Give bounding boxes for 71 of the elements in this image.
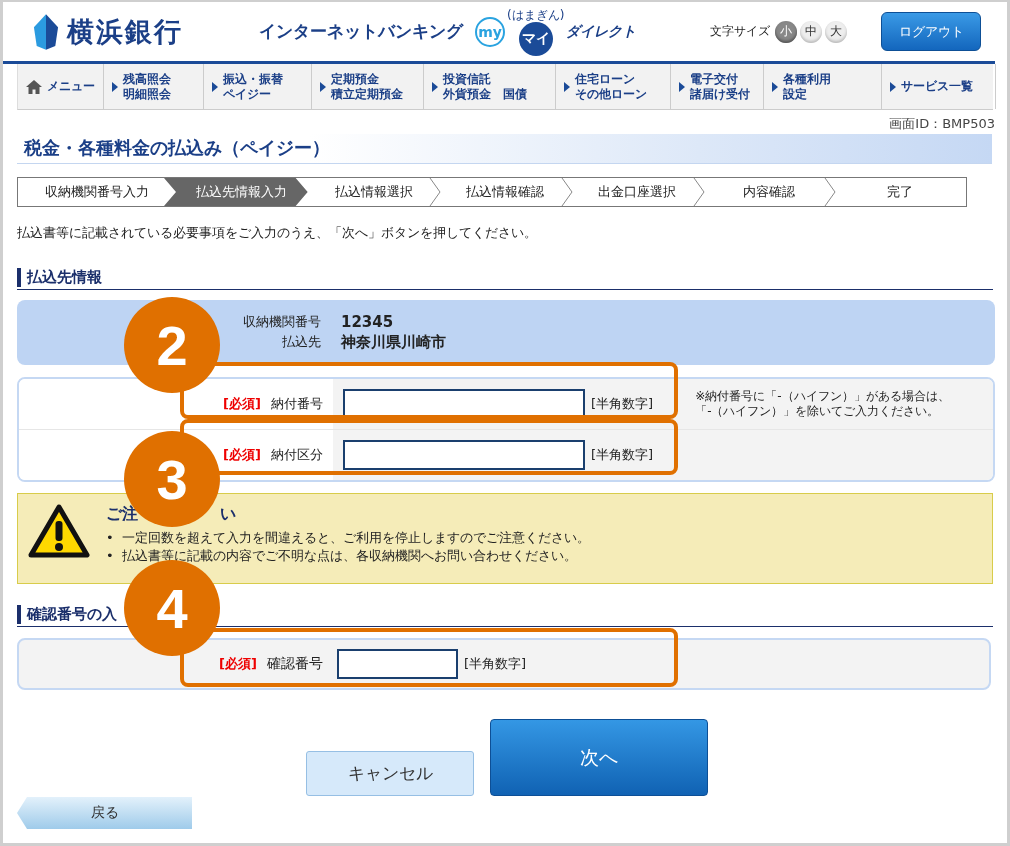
nav-item[interactable]: 投資信託 外貨預金 国債: [424, 64, 556, 109]
service-title: インターネットバンキング: [259, 20, 463, 43]
arrow-icon: [320, 81, 326, 92]
chevron-icon: [824, 178, 837, 206]
step-label: 内容確認: [742, 183, 795, 201]
input-hint: [半角数字]: [463, 655, 527, 673]
bank-name: 横浜銀行: [67, 14, 183, 49]
logout-button[interactable]: ログアウト: [881, 12, 981, 51]
warning-item: 一定回数を超えて入力を間違えると、ご利用を停止しますのでご注意ください。: [121, 529, 590, 547]
warning-icon: [28, 504, 90, 558]
input-hint: [半角数字]: [591, 395, 654, 413]
nav-item[interactable]: 振込・振替 ペイジー: [204, 64, 312, 109]
nav-item[interactable]: 住宅ローン その他ローン: [556, 64, 671, 109]
instruction-text: 払込書等に記載されている必要事項をご入力のうえ、「次へ」ボタンを押してください。: [17, 224, 538, 242]
logo-text: ダイレクト: [566, 22, 637, 41]
arrow-icon: [212, 81, 218, 92]
step-label: 完了: [887, 183, 914, 201]
step-label: 払込情報選択: [334, 183, 413, 201]
logo-badge: my: [475, 16, 505, 47]
field-label: 納付番号: [271, 395, 323, 413]
nav-item[interactable]: 残高照会 明細照会: [104, 64, 204, 109]
required-label: [必須]: [223, 446, 261, 464]
page-title: 税金・各種料金の払込み（ペイジー）: [17, 134, 992, 164]
nav-item[interactable]: メニュー: [18, 64, 104, 109]
arrow-icon: [432, 81, 438, 92]
screen-id: 画面ID：BMP503: [888, 115, 995, 132]
section-heading: 確認番号の入: [17, 605, 117, 624]
bank-logo-icon: [33, 13, 59, 50]
font-size-button[interactable]: 大: [825, 20, 847, 43]
font-size-label: 文字サイズ: [710, 23, 770, 40]
note-text: ※納付番号に「-（ハイフン）」がある場合は、: [695, 389, 950, 404]
home-icon: [26, 79, 42, 94]
field-label: 納付区分: [271, 446, 323, 464]
chevron-icon: [561, 178, 573, 206]
arrow-icon: [112, 81, 118, 92]
note-text: 「-（ハイフン）」を除いてご入力ください。: [695, 404, 941, 419]
arrow-icon: [890, 81, 896, 92]
step-label: 払込情報確認: [466, 183, 545, 201]
bullet-mark: •: [106, 547, 114, 565]
arrow-icon: [679, 81, 685, 92]
step-label: 収納機関番号入力: [45, 183, 149, 201]
input-field[interactable]: [343, 440, 585, 470]
cancel-button[interactable]: キャンセル: [306, 751, 474, 796]
warning-title: い: [220, 504, 236, 525]
step-label: 払込先情報入力: [196, 183, 288, 201]
nav-item[interactable]: 定期預金 積立定期預金: [312, 64, 424, 109]
section-heading: 払込先情報: [17, 268, 102, 287]
required-label: [必須]: [219, 655, 257, 673]
logo-text: マイ: [518, 21, 553, 56]
info-value: 12345: [341, 313, 395, 331]
chevron-icon: [429, 178, 442, 206]
logo-caption: (はまぎん): [507, 7, 565, 22]
step-label: 出金口座選択: [597, 183, 676, 201]
font-size-button[interactable]: 小: [775, 20, 797, 43]
back-button[interactable]: 戻る: [17, 797, 192, 829]
input-hint: [半角数字]: [591, 446, 654, 464]
nav-item[interactable]: サービス一覧: [882, 64, 996, 109]
input-field[interactable]: [336, 649, 458, 679]
field-label: 確認番号: [266, 655, 323, 673]
arrow-icon: [772, 81, 778, 92]
font-size-button[interactable]: 中: [800, 20, 822, 43]
arrow-icon: [564, 81, 570, 92]
next-button[interactable]: 次へ: [490, 719, 708, 796]
chevron-icon: [692, 178, 705, 206]
nav-item[interactable]: 各種利用 設定: [764, 64, 882, 109]
info-label: 収納機関番号: [242, 313, 321, 331]
info-value: 神奈川県川崎市: [341, 333, 447, 352]
bullet-mark: •: [106, 529, 114, 547]
required-label: [必須]: [223, 395, 261, 413]
info-label: 払込先: [281, 333, 321, 351]
nav-item[interactable]: 電子交付 諸届け受付: [671, 64, 764, 109]
